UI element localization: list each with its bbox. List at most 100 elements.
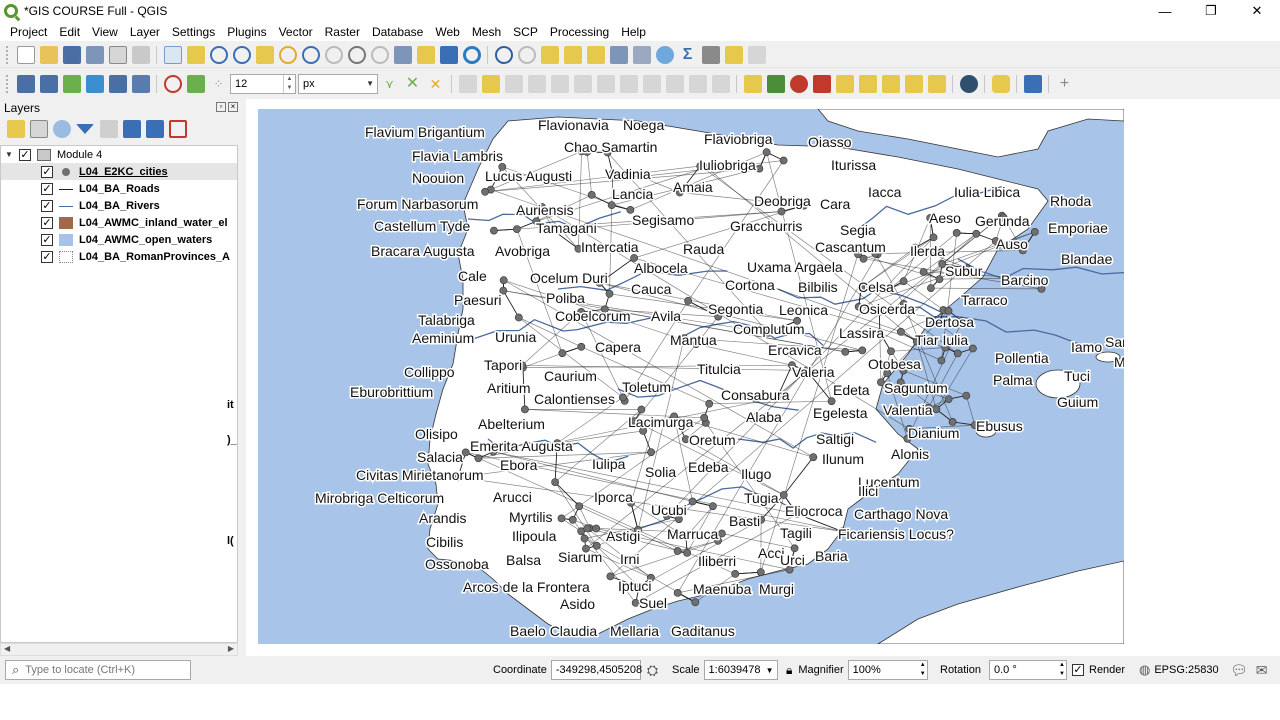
layer-row-cities[interactable]: ✓ L04_E2KC_cities (1, 163, 237, 180)
expand-all-icon[interactable] (122, 120, 141, 138)
style-manager-icon[interactable] (6, 120, 25, 138)
save-project-icon[interactable] (62, 45, 81, 64)
magnifier-spinbox[interactable]: 100% ▲ ▼ (847, 660, 928, 680)
show-bookmarks-icon[interactable] (416, 45, 435, 64)
edit-pencil-icon[interactable] (481, 75, 500, 93)
action-icon[interactable] (517, 45, 536, 64)
manage-themes-icon[interactable] (52, 120, 71, 138)
identify-icon[interactable] (494, 45, 513, 64)
rotate-label-icon[interactable] (858, 75, 877, 93)
topological-editing-icon[interactable]: ⋎ (381, 75, 399, 93)
zoom-full-icon[interactable] (255, 45, 274, 64)
menu-view[interactable]: View (86, 25, 124, 39)
spin-arrows[interactable]: ▲ ▼ (283, 75, 295, 93)
coordinate-field[interactable]: -349298,4505208 (550, 660, 642, 680)
label-options-icon[interactable] (927, 75, 946, 93)
new-layer-icon[interactable] (39, 75, 58, 93)
save-edits-icon[interactable] (504, 75, 523, 93)
copy-features-icon[interactable] (642, 75, 661, 93)
refresh-icon[interactable] (462, 45, 481, 64)
pan-to-selection-icon[interactable] (186, 45, 205, 64)
python-console-icon[interactable] (991, 75, 1010, 93)
log-messages-icon[interactable]: ✉ (1256, 662, 1268, 679)
undo-icon[interactable] (688, 75, 707, 93)
menu-edit[interactable]: Edit (53, 25, 86, 39)
menu-web[interactable]: Web (429, 25, 465, 39)
open-project-icon[interactable] (39, 45, 58, 64)
scroll-left-icon[interactable]: ◀ (4, 644, 10, 653)
close-button[interactable]: ✕ (1234, 0, 1280, 22)
pan-hand-icon[interactable] (163, 45, 182, 64)
horizontal-scrollbar[interactable]: ◀ ▶ (0, 643, 238, 656)
collapse-all-icon[interactable] (145, 120, 164, 138)
menu-vector[interactable]: Vector (273, 25, 319, 39)
zoom-in-icon[interactable] (209, 45, 228, 64)
layer-visibility-checkbox[interactable]: ✓ (41, 250, 53, 263)
new-map-view-icon[interactable] (439, 45, 458, 64)
label-tool-icon[interactable] (743, 75, 762, 93)
zoom-native-icon[interactable] (324, 45, 343, 64)
add-virtual-layer-icon[interactable] (108, 75, 127, 93)
deselect-icon[interactable] (586, 45, 605, 64)
spin-arrows[interactable]: ▲ ▼ (920, 661, 926, 679)
move-label-icon[interactable] (835, 75, 854, 93)
menu-plugins[interactable]: Plugins (221, 25, 272, 39)
filter-expression-icon[interactable] (99, 120, 118, 138)
minimize-button[interactable]: — (1142, 0, 1188, 22)
help-icon[interactable] (1023, 75, 1042, 93)
map-tips-icon[interactable] (724, 45, 743, 64)
layer-visibility-checkbox[interactable]: ✓ (41, 216, 53, 229)
add-feature-icon[interactable] (527, 75, 546, 93)
toggle-editing-icon[interactable] (458, 75, 477, 93)
filter-legend-icon[interactable] (76, 124, 94, 134)
snap-intersection-icon[interactable]: ✕ (404, 75, 422, 93)
group-visibility-checkbox[interactable]: ✓ (19, 148, 31, 161)
snapping-magnet-icon[interactable] (163, 75, 182, 93)
measure-icon[interactable] (701, 45, 720, 64)
layer-row-open-waters[interactable]: ✓ L04_AWMC_open_waters (1, 231, 237, 248)
zoom-to-selection-icon[interactable] (278, 45, 297, 64)
new-project-icon[interactable] (16, 45, 35, 64)
pin-labels-icon[interactable] (789, 75, 808, 93)
tolerance-unit-select[interactable]: px ▼ (298, 74, 378, 94)
layer-row-provinces[interactable]: ✓ L04_BA_RomanProvinces_A (1, 248, 237, 265)
scale-select[interactable]: 1:6039478 ▼ (703, 660, 778, 680)
snapping-tolerance-input[interactable]: 12 ▲ ▼ (230, 74, 296, 94)
locator-search-input[interactable]: ⌕ Type to locate (Ctrl+K) (5, 660, 191, 680)
globe-plugin-icon[interactable] (959, 75, 978, 93)
menu-database[interactable]: Database (366, 25, 429, 39)
new-bookmark-icon[interactable] (393, 45, 412, 64)
layout-manager-icon[interactable] (131, 45, 150, 64)
zoom-to-layer-icon[interactable] (301, 45, 320, 64)
layer-visibility-checkbox[interactable]: ✓ (41, 199, 53, 212)
save-as-icon[interactable] (85, 45, 104, 64)
layer-group-row[interactable]: ▼ ✓ Module 4 (1, 146, 237, 163)
metasearch-icon[interactable] (131, 75, 150, 93)
menu-help[interactable]: Help (615, 25, 652, 39)
crs-label[interactable]: EPSG:25830 (1154, 664, 1218, 676)
annotation-icon[interactable] (747, 45, 766, 64)
delete-selected-icon[interactable] (596, 75, 615, 93)
layer-row-roads[interactable]: ✓ L04_BA_Roads (1, 180, 237, 197)
layer-row-rivers[interactable]: ✓ L04_BA_Rivers (1, 197, 237, 214)
layer-row-inland-water[interactable]: ✓ L04_AWMC_inland_water_el (1, 214, 237, 231)
tracing-icon[interactable]: ✕ (427, 75, 445, 93)
messages-icon[interactable]: 💬︎ (1230, 662, 1248, 679)
render-checkbox[interactable]: ✓ (1072, 664, 1084, 676)
change-label-icon[interactable] (881, 75, 900, 93)
menu-raster[interactable]: Raster (319, 25, 366, 39)
data-source-manager-icon[interactable] (16, 75, 35, 93)
map-canvas[interactable]: Flavium Brigantium Flavionavia Noega Fla… (246, 99, 1280, 656)
float-panel-button[interactable]: ▫ (216, 102, 226, 112)
collapse-arrow-icon[interactable]: ▼ (5, 150, 15, 159)
scroll-right-icon[interactable]: ▶ (228, 644, 234, 653)
lock-icon[interactable]: 🔒︎ (786, 663, 792, 678)
digitize-icon[interactable] (85, 75, 104, 93)
zoom-last-icon[interactable] (347, 45, 366, 64)
toggle-extents-icon[interactable]: ⛭ (647, 662, 658, 679)
vertex-tool-icon[interactable] (550, 75, 569, 93)
redo-icon[interactable] (711, 75, 730, 93)
processing-toolbox-icon[interactable] (655, 45, 674, 64)
spin-arrows[interactable]: ▲ ▼ (1059, 661, 1065, 679)
close-panel-button[interactable]: × (228, 102, 238, 112)
